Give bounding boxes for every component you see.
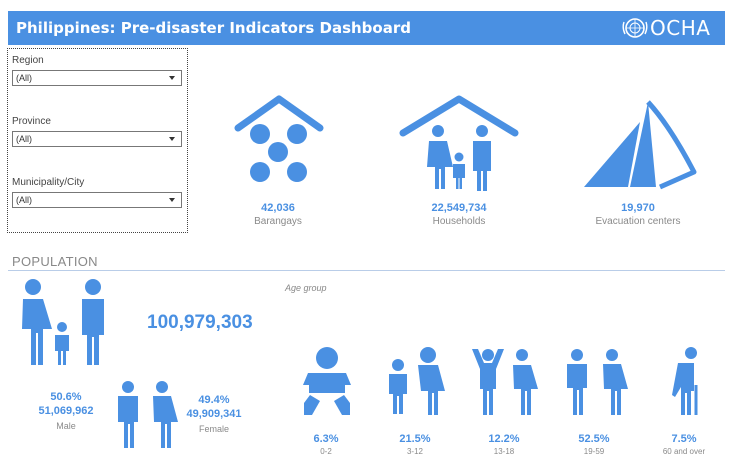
male-count: 51,069,962 (38, 405, 94, 417)
region-filter-label: Region (12, 55, 44, 66)
municipality-filter-label: Municipality/City (12, 177, 85, 188)
elderly-icon (672, 347, 698, 415)
baby-icon (303, 347, 351, 415)
male-label: Male (56, 421, 76, 431)
population-section-title: POPULATION (12, 254, 98, 269)
female-label: Female (198, 424, 229, 434)
province-filter-label: Province (12, 116, 51, 127)
teenagers-icon (472, 349, 538, 415)
region-select-value: (All) (16, 73, 32, 83)
province-select-value: (All) (16, 134, 32, 144)
age-group-percent: 21.5% (399, 433, 431, 445)
age-group-range: 3-12 (406, 447, 423, 456)
age-group-percent: 12.2% (488, 433, 520, 445)
chevron-down-icon (169, 76, 175, 80)
male-female-icon (118, 381, 178, 448)
chevron-down-icon (169, 198, 175, 202)
region-select[interactable]: (All) (12, 70, 182, 86)
age-group-percent: 52.5% (578, 433, 610, 445)
age-group-range: 60 and over (662, 447, 706, 456)
total-population: 100,979,303 (147, 312, 253, 333)
female-percent: 49.4% (198, 394, 230, 406)
age-group-percent: 7.5% (671, 433, 697, 445)
female-count: 49,909,341 (186, 408, 242, 420)
filter-panel: Region (All) Province (All) Municipality… (7, 48, 188, 233)
dashboard-header: Philippines: Pre-disaster Indicators Das… (8, 11, 725, 45)
dashboard-title: Philippines: Pre-disaster Indicators Das… (16, 19, 411, 37)
section-divider (8, 270, 725, 271)
evacuation-centers-label: Evacuation centers (595, 216, 681, 227)
age-group-range: 13-18 (493, 447, 515, 456)
un-emblem-icon (622, 18, 648, 38)
barangays-value: 42,036 (261, 202, 295, 214)
male-percent: 50.6% (50, 391, 82, 403)
province-select[interactable]: (All) (12, 131, 182, 147)
households-label: Households (432, 216, 486, 227)
age-group-range: 19-59 (583, 447, 605, 456)
municipality-select[interactable]: (All) (12, 192, 182, 208)
age-group-range: 0-2 (320, 447, 332, 456)
barangays-label: Barangays (254, 216, 302, 227)
municipality-select-value: (All) (16, 195, 32, 205)
evacuation-centers-value: 19,970 (621, 202, 655, 214)
age-group-percent: 6.3% (313, 433, 339, 445)
tent-icon (584, 100, 697, 190)
ocha-wordmark: OCHA (650, 16, 711, 40)
family-icon (22, 279, 104, 365)
barangays-icon (234, 95, 324, 182)
chevron-down-icon (169, 137, 175, 141)
adults-icon (567, 349, 628, 415)
age-group-heading: Age group (285, 283, 327, 293)
children-icon (389, 347, 445, 415)
households-icon (399, 95, 519, 191)
households-value: 22,549,734 (431, 202, 487, 214)
